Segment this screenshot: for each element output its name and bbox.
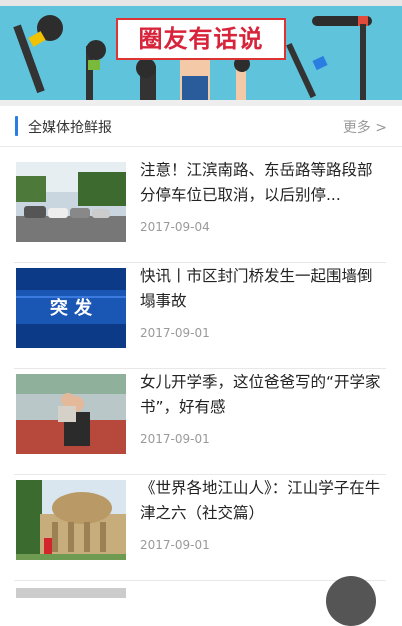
banner[interactable]: 圈友有话说	[0, 6, 402, 100]
article-headline: 快讯丨市区封门桥发生一起围墙倒塌事故	[140, 267, 373, 310]
article-date: 2017-09-04	[140, 220, 210, 234]
article-item[interactable]: 女儿开学季，这位爸爸写的“开学家书”，好有感 2017-09-01	[14, 373, 386, 475]
article-date: 2017-09-01	[140, 326, 210, 340]
banner-title: 圈友有话说	[116, 18, 286, 60]
section-accent-bar	[15, 116, 18, 136]
scroll-top-button[interactable]	[326, 576, 376, 626]
more-link[interactable]: 更多 >	[343, 117, 387, 137]
article-item-partial[interactable]	[16, 588, 126, 598]
breaking-news-graphic: 突 发	[16, 268, 126, 348]
article-item[interactable]: 突 发 快讯丨市区封门桥发生一起围墙倒塌事故 2017-09-01	[14, 267, 386, 369]
article-headline: 女儿开学季，这位爸爸写的“开学家书”，好有感	[140, 373, 381, 416]
section-header: 全媒体抢鲜报 更多 >	[0, 106, 402, 147]
article-headline: 注意！江滨南路、东岳路等路段部分停车位已取消，以后别停...	[140, 161, 373, 204]
article-headline: 《世界各地江山人》：江山学子在牛津之六（社交篇）	[140, 479, 381, 522]
article-item[interactable]: 注意！江滨南路、东岳路等路段部分停车位已取消，以后别停... 2017-09-0…	[14, 161, 386, 263]
article-item[interactable]: 《世界各地江山人》：江山学子在牛津之六（社交篇） 2017-09-01	[14, 479, 386, 581]
street-parking-photo	[16, 162, 126, 242]
article-date: 2017-09-01	[140, 538, 210, 552]
section-title: 全媒体抢鲜报	[28, 120, 112, 136]
father-daughter-photo	[16, 374, 126, 454]
breaking-news-label: 突 发	[49, 298, 93, 319]
oxford-building-photo	[16, 480, 126, 560]
article-date: 2017-09-01	[140, 432, 210, 446]
